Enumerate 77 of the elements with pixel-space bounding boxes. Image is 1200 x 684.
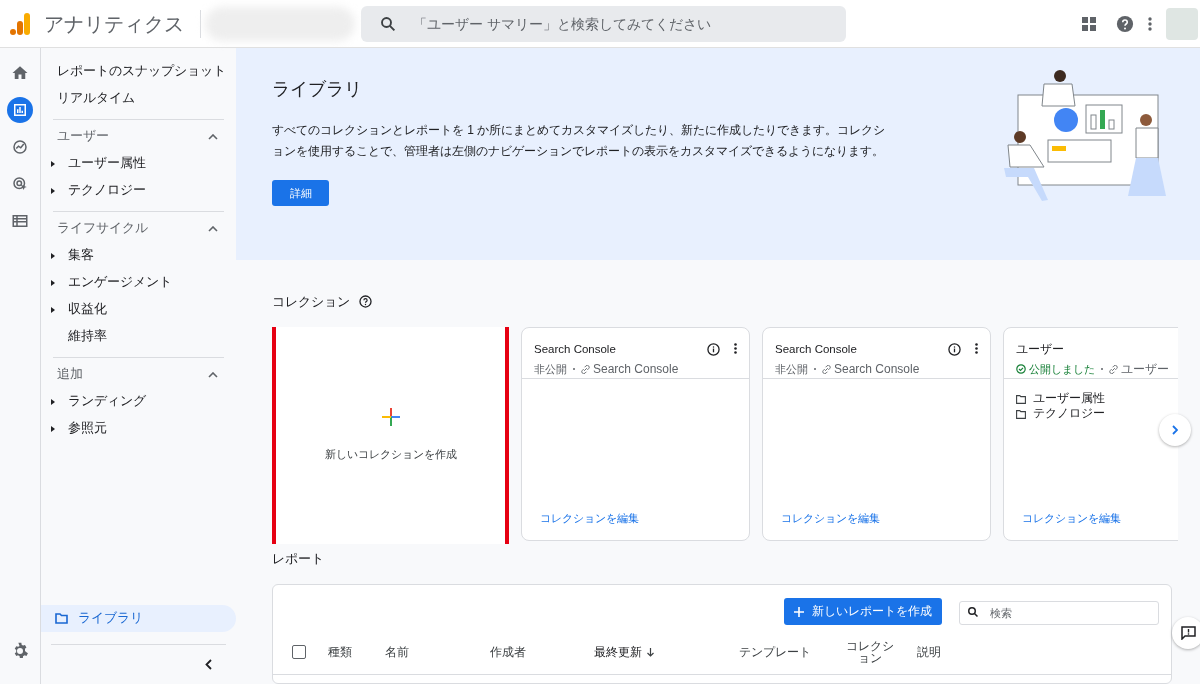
search-icon: [967, 605, 979, 618]
column-header[interactable]: コレクション: [844, 640, 896, 664]
edit-collection-link[interactable]: コレクションを編集: [1022, 510, 1178, 527]
card-title: ユーザー: [1016, 341, 1065, 357]
app-name: アナリティクス: [44, 11, 184, 37]
chevron-right-icon: [1172, 425, 1178, 435]
collection-item: ユーザー属性: [1033, 391, 1105, 407]
collapse-chevron-icon[interactable]: [205, 659, 212, 670]
card-label: 新しいコレクションを作成: [324, 446, 457, 462]
expand-arrow-icon[interactable]: [51, 160, 55, 167]
column-header[interactable]: 説明: [917, 643, 941, 661]
info-icon[interactable]: [948, 342, 961, 356]
link-icon: [581, 364, 590, 374]
more-vert-icon[interactable]: [1148, 16, 1152, 31]
expand-arrow-icon[interactable]: [51, 279, 55, 286]
banner-title: ライブラリ: [272, 78, 363, 101]
banner-description: すべてのコレクションとレポートを 1 か所にまとめてカスタマイズしたり、新たに作成したりできます。コレクションを使用することで、管理者は左側のナビゲーションでレポートの表示をカスタマイズできるようになります。: [272, 122, 886, 160]
more-vert-icon[interactable]: [734, 342, 737, 354]
link-icon: [822, 364, 831, 374]
template-name: Search Console: [834, 362, 920, 376]
new-report-button[interactable]: 新しいレポートを作成: [784, 598, 942, 625]
expand-arrow-icon[interactable]: [51, 306, 55, 313]
plus-icon: [794, 606, 804, 617]
plus-icon: [381, 407, 400, 426]
column-header[interactable]: 作成者: [490, 643, 526, 661]
details-button[interactable]: 詳細: [272, 180, 329, 206]
nav-item[interactable]: ランディング: [68, 392, 146, 411]
collection-item: テクノロジー: [1033, 406, 1105, 422]
nav-item[interactable]: テクノロジー: [68, 181, 146, 200]
search-field[interactable]: 検索: [959, 600, 1159, 625]
apps-grid-icon[interactable]: [1082, 16, 1096, 31]
template-name: Search Console: [593, 362, 679, 376]
feedback-icon: [1180, 626, 1196, 640]
info-icon[interactable]: [707, 342, 720, 356]
section-title: レポート: [272, 549, 324, 568]
analytics-logo-icon: [10, 11, 32, 36]
expand-arrow-icon[interactable]: [51, 252, 55, 259]
nav-section-header[interactable]: ライフサイクル: [57, 215, 218, 242]
card-title: Search Console: [534, 341, 617, 357]
nav-item[interactable]: ライブラリ: [41, 605, 236, 632]
nav-item[interactable]: 収益化: [68, 300, 107, 319]
status-text: 非公開: [534, 361, 567, 377]
nav-item[interactable]: 参照元: [68, 419, 107, 438]
edit-collection-link[interactable]: コレクションを編集: [781, 510, 990, 527]
search-field[interactable]: 「ユーザー サマリー」と検索してみてください: [361, 5, 846, 42]
new-collection-card[interactable]: 新しいコレクションを作成: [272, 326, 509, 544]
folder-icon: [55, 613, 68, 624]
feedback-button[interactable]: [1172, 617, 1200, 649]
status-text: 公開しました: [1029, 361, 1095, 377]
section-title: コレクション: [272, 293, 350, 311]
edit-collection-link[interactable]: コレクションを編集: [540, 510, 749, 527]
card-title: Search Console: [775, 341, 858, 357]
column-header[interactable]: 最終更新: [594, 643, 642, 661]
nav-section-header[interactable]: 追加: [57, 361, 218, 388]
template-name: ユーザー: [1121, 362, 1169, 376]
nav-item[interactable]: レポートのスナップショット: [57, 58, 236, 85]
nav-item[interactable]: 集客: [68, 246, 94, 265]
nav-item[interactable]: リアルタイム: [57, 85, 236, 112]
nav-item[interactable]: エンゲージメント: [68, 273, 172, 292]
more-vert-icon[interactable]: [975, 342, 978, 354]
expand-arrow-icon[interactable]: [51, 187, 55, 194]
next-arrow-button[interactable]: [1159, 414, 1191, 446]
column-header[interactable]: 名前: [385, 643, 409, 661]
column-header[interactable]: 種類: [328, 643, 352, 661]
nav-section-header[interactable]: ユーザー: [57, 123, 218, 150]
expand-arrow-icon[interactable]: [51, 425, 55, 432]
link-icon: [1109, 364, 1118, 374]
search-icon: [379, 14, 397, 33]
select-all-checkbox[interactable]: [292, 645, 306, 659]
nav-item[interactable]: ユーザー属性: [68, 154, 146, 173]
help-icon[interactable]: [359, 295, 372, 309]
help-icon[interactable]: [1116, 14, 1134, 33]
bar-chart-icon[interactable]: [7, 97, 33, 123]
status-text: 非公開: [775, 361, 808, 377]
column-header[interactable]: テンプレート: [739, 643, 811, 661]
nav-item[interactable]: 維持率: [68, 327, 107, 346]
expand-arrow-icon[interactable]: [51, 398, 55, 405]
